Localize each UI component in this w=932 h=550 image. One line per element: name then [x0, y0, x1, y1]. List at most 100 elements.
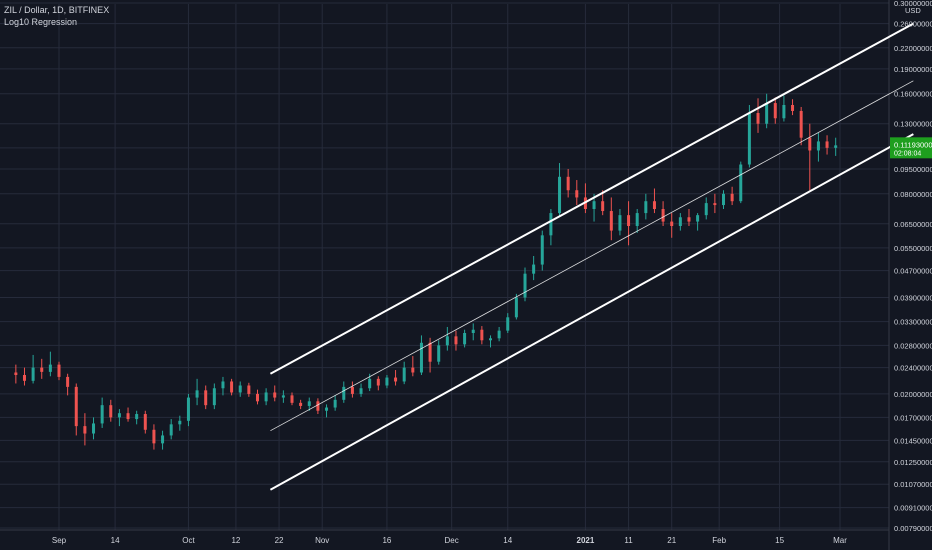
time-tick-label: 21	[667, 536, 676, 545]
candle-up	[618, 215, 622, 231]
candle-up	[463, 332, 467, 345]
price-tick-label: 0.01250000	[894, 458, 932, 467]
candle-up	[212, 388, 216, 406]
candle-down	[66, 376, 70, 387]
price-tick-label: 0.22000000	[894, 44, 932, 53]
candle-down	[627, 215, 631, 227]
price-tick-label: 0.03300000	[894, 318, 932, 327]
price-tick-label: 0.26000000	[894, 20, 932, 29]
candle-up	[592, 201, 596, 210]
price-tick-label: 0.01450000	[894, 436, 932, 445]
candle-down	[730, 193, 734, 202]
candle-down	[316, 401, 320, 411]
candle-down	[273, 392, 277, 398]
candle-up	[488, 338, 492, 341]
candle-down	[14, 372, 18, 376]
candle-down	[808, 137, 812, 151]
time-tick-label: Sep	[52, 536, 67, 545]
candle-down	[74, 386, 78, 427]
time-tick-label: 12	[231, 536, 240, 545]
bar-countdown-label: 02:08:04	[894, 150, 921, 157]
price-tick-label: 0.02800000	[894, 341, 932, 350]
candle-up	[178, 420, 182, 425]
price-tick-label: 0.00910000	[894, 504, 932, 513]
candle-down	[575, 190, 579, 198]
candle-up	[506, 317, 510, 331]
candle-up	[238, 385, 242, 393]
price-unit-label: USD	[905, 6, 921, 15]
candle-up	[497, 330, 501, 339]
chart-background	[0, 0, 932, 550]
candle-down	[454, 336, 458, 345]
price-tick-label: 0.01700000	[894, 413, 932, 422]
candle-up	[342, 386, 346, 400]
candle-down	[601, 201, 605, 212]
symbol-title[interactable]: ZIL / Dollar, 1D, BITFINEX	[4, 4, 109, 16]
price-tick-label: 0.19000000	[894, 65, 932, 74]
candle-up	[765, 103, 769, 124]
candle-down	[713, 203, 717, 206]
candle-up	[307, 401, 311, 406]
time-tick-label: Dec	[445, 536, 459, 545]
candle-up	[135, 414, 139, 420]
candle-down	[299, 402, 303, 406]
price-tick-label: 0.04700000	[894, 267, 932, 276]
time-tick-label: Mar	[833, 536, 847, 545]
candle-down	[566, 176, 570, 191]
candle-down	[661, 209, 665, 222]
candle-down	[609, 211, 613, 231]
candle-up	[48, 364, 52, 372]
candle-down	[670, 221, 674, 227]
candle-up	[186, 397, 190, 421]
price-tick-label: 0.02400000	[894, 364, 932, 373]
time-tick-label: 14	[111, 536, 120, 545]
candle-up	[221, 381, 225, 389]
candle-up	[834, 145, 838, 148]
candle-up	[704, 203, 708, 216]
candle-up	[747, 113, 751, 165]
candle-down	[394, 377, 398, 382]
candle-up	[419, 342, 423, 373]
candle-up	[782, 104, 786, 119]
candle-down	[247, 385, 251, 394]
candle-up	[92, 423, 96, 434]
candle-down	[825, 141, 829, 148]
candle-down	[22, 375, 26, 381]
candle-up	[696, 215, 700, 222]
candle-up	[325, 407, 329, 411]
candle-up	[678, 217, 682, 227]
price-tick-label: 0.03900000	[894, 294, 932, 303]
time-tick-label: 16	[382, 536, 391, 545]
indicator-label[interactable]: Log10 Regression	[4, 16, 109, 28]
candle-down	[109, 405, 113, 418]
candle-down	[652, 201, 656, 210]
candle-down	[230, 381, 234, 393]
time-tick-label: 14	[503, 536, 512, 545]
candle-down	[204, 390, 208, 406]
time-tick-label: 11	[624, 536, 633, 545]
candle-up	[100, 405, 104, 424]
candle-up	[161, 435, 165, 444]
candle-up	[359, 388, 363, 394]
candle-up	[721, 193, 725, 206]
candle-up	[816, 141, 820, 151]
candle-down	[152, 429, 156, 444]
time-tick-label: 2021	[577, 536, 595, 545]
candle-down	[791, 104, 795, 111]
candle-up	[523, 273, 527, 298]
price-tick-label: 0.08000000	[894, 190, 932, 199]
candle-down	[428, 342, 432, 362]
chart-legend: ZIL / Dollar, 1D, BITFINEX Log10 Regress…	[4, 4, 109, 28]
candle-up	[402, 367, 406, 382]
candle-up	[644, 201, 648, 214]
price-tick-label: 0.06500000	[894, 220, 932, 229]
time-tick-label: 22	[275, 536, 284, 545]
time-tick-label: Oct	[182, 536, 195, 545]
time-tick-label: 15	[775, 536, 784, 545]
candle-up	[540, 235, 544, 265]
price-chart[interactable]: 0.300000000.260000000.220000000.19000000…	[0, 0, 932, 550]
candle-up	[333, 399, 337, 408]
candle-up	[385, 377, 389, 386]
candle-up	[368, 378, 372, 389]
current-price-label: 0.11193000	[894, 140, 932, 149]
